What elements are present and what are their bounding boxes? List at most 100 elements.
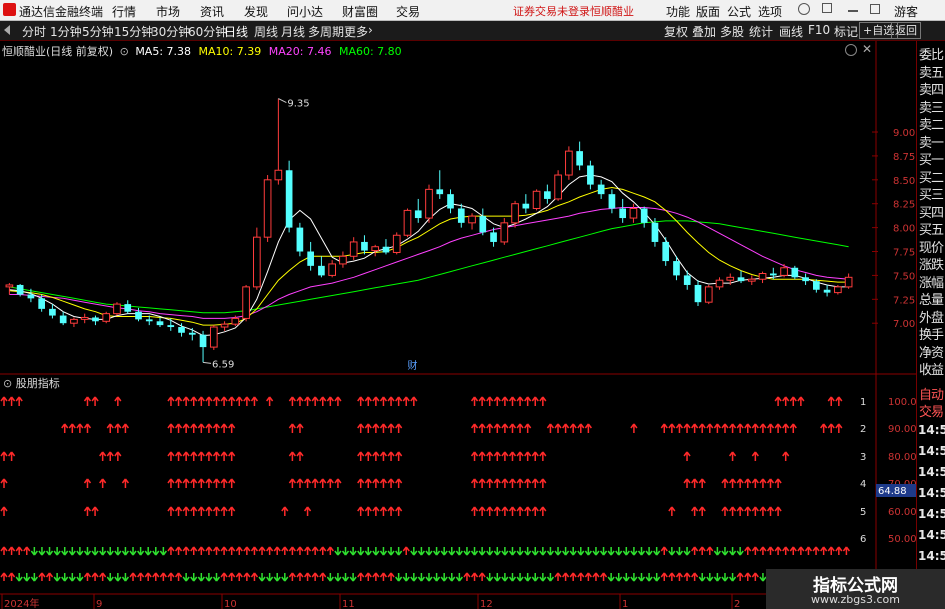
trade-time: 14:56: [918, 528, 945, 542]
window-icon[interactable]: [822, 3, 832, 13]
quote-label: 换手: [919, 328, 944, 343]
signal-arrow-down: [721, 573, 729, 582]
signal-arrow-down: [728, 547, 737, 556]
signal-arrow-up: [751, 572, 759, 581]
menu-formula[interactable]: 公式: [727, 3, 751, 20]
signal-arrow-down: [410, 547, 418, 556]
signal-arrow-up: [577, 572, 585, 581]
btn-statistics[interactable]: 统计: [749, 23, 773, 40]
signal-arrow-up: [235, 572, 243, 581]
candle-body: [544, 191, 551, 199]
signal-arrow-down: [83, 547, 92, 556]
period-multi[interactable]: 多周期: [308, 23, 344, 40]
signal-arrow: [698, 478, 706, 488]
menu-trade[interactable]: 交易: [396, 3, 420, 20]
signal-arrow: [501, 506, 509, 516]
candle-body: [16, 284, 24, 295]
signal-arrow-up: [683, 572, 691, 581]
signal-arrow-up: [372, 572, 380, 581]
signal-arrow-up: [23, 546, 31, 555]
signal-arrow: [311, 396, 319, 406]
btn-draw-line[interactable]: 画线: [779, 23, 803, 40]
btn-mark[interactable]: 标记: [834, 23, 858, 40]
menu-function[interactable]: 功能: [666, 3, 690, 20]
signal-arrow: [395, 396, 403, 406]
signal-arrow-up: [766, 546, 775, 555]
menu-wealth[interactable]: 财富圈: [342, 3, 378, 20]
signal-arrow-down: [736, 547, 744, 556]
signal-arrow-down: [440, 547, 448, 556]
candle-body: [500, 222, 509, 243]
maximize-icon[interactable]: [870, 4, 880, 14]
refresh-icon[interactable]: [798, 3, 810, 15]
signal-arrow: [387, 451, 395, 461]
period-timeshare[interactable]: 分时: [22, 23, 46, 40]
menu-news[interactable]: 资讯: [200, 3, 224, 20]
signal-arrow-down: [91, 547, 99, 556]
signal-arrow-up: [402, 546, 410, 555]
menu-discover[interactable]: 发现: [244, 3, 268, 20]
ma-toggle-icon[interactable]: ⊙: [120, 45, 129, 58]
period-30min[interactable]: 30分钟: [151, 23, 190, 40]
signal-arrow-up: [592, 572, 600, 581]
signal-arrow: [99, 451, 107, 461]
period-more[interactable]: 更多: [344, 23, 368, 40]
menu-options[interactable]: 选项: [758, 3, 782, 20]
signal-arrow: [220, 396, 228, 406]
signal-arrow-down: [334, 573, 342, 582]
period-1min[interactable]: 1分钟: [50, 23, 82, 40]
signal-arrow: [478, 478, 486, 488]
settings-gear-icon[interactable]: [845, 44, 857, 56]
period-weekly[interactable]: 周线: [254, 23, 278, 40]
signal-arrow: [205, 396, 213, 406]
period-monthly[interactable]: 月线: [281, 23, 305, 40]
candle-body: [253, 236, 261, 288]
signal-arrow: [683, 451, 691, 461]
period-15min[interactable]: 15分钟: [114, 23, 153, 40]
signal-arrow-up: [7, 546, 16, 555]
btn-multi-stock[interactable]: 多股: [720, 23, 744, 40]
candle: [468, 213, 476, 230]
candle: [5, 283, 14, 295]
collapse-left-icon[interactable]: [4, 25, 10, 35]
menu-quotes[interactable]: 行情: [112, 3, 136, 20]
candle: [220, 321, 229, 331]
menu-layout[interactable]: 版面: [696, 3, 720, 20]
menu-market[interactable]: 市场: [156, 3, 180, 20]
signal-arrow: [782, 423, 790, 433]
minimize-icon[interactable]: [848, 10, 858, 12]
indicator-toggle-icon[interactable]: ⊙: [3, 377, 12, 390]
more-chevron-icon[interactable]: ›: [368, 23, 373, 37]
candle-body: [263, 179, 272, 238]
signal-arrow-down: [637, 573, 646, 582]
signal-arrow-down: [30, 573, 38, 582]
btn-overlay[interactable]: 叠加: [692, 23, 716, 40]
signal-arrow: [751, 451, 759, 461]
signal-arrow: [91, 506, 99, 516]
kline-chart[interactable]: 9.00 8.75 8.50 8.25 8.00 7.75 7.50 7.25 7.00 9.3…: [0, 41, 916, 609]
signal-arrow: [736, 478, 744, 488]
signal-arrow: [478, 506, 486, 516]
close-icon[interactable]: ✕: [862, 42, 872, 56]
quote-label: 买三: [919, 188, 944, 203]
signal-arrow-up: [706, 546, 714, 555]
candle-body: [726, 276, 735, 281]
menu-ask[interactable]: 问小达: [287, 3, 323, 20]
indicator-header: ⊙ 股朋指标: [3, 375, 60, 391]
signal-arrow-down: [402, 573, 410, 582]
auto-trade-label[interactable]: 自动交易: [919, 387, 945, 421]
btn-adjust[interactable]: 复权: [664, 23, 688, 40]
signal-arrow: [728, 478, 737, 488]
period-daily[interactable]: 日线: [224, 23, 248, 40]
login-notice[interactable]: 证券交易未登录: [513, 3, 590, 19]
btn-f10[interactable]: F10: [808, 23, 830, 37]
guest-login[interactable]: 游客: [894, 3, 918, 20]
btn-back[interactable]: 返回: [891, 22, 921, 39]
candle-body: [124, 304, 132, 312]
signal-arrow: [478, 451, 486, 461]
period-60min[interactable]: 60分钟: [188, 23, 227, 40]
signal-arrow: [190, 478, 198, 488]
period-5min[interactable]: 5分钟: [82, 23, 114, 40]
signal-arrow-up: [174, 546, 183, 555]
signal-arrow: [0, 478, 8, 488]
